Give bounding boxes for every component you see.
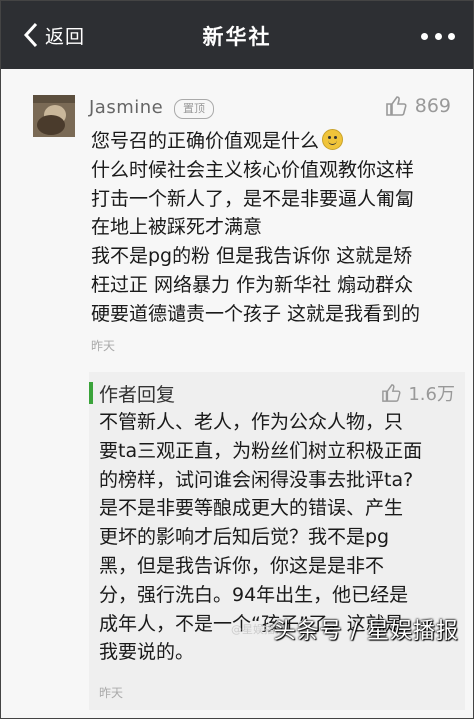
watermark: 头条号 / 星娱播报 xyxy=(273,619,459,644)
comment-line: 打击一个新人了，是不是非要逼人匍匐 xyxy=(91,187,415,210)
more-options-icon[interactable] xyxy=(421,25,455,47)
comment-line: 枉过正 网络暴力 作为新华社 煽动群众 xyxy=(91,273,414,296)
comment-line: 硬要道德谴责一个孩子 这就是我看到的 xyxy=(91,302,421,325)
reply-like-count: 1.6万 xyxy=(408,384,455,405)
navigation-bar: 返回 新华社 xyxy=(1,1,473,69)
pinned-badge: 置顶 xyxy=(174,99,214,119)
comment-line: 我不是pg的粉 但是我告诉你 这就是矫 xyxy=(91,245,413,268)
reply-line: 要ta三观正直，为粉丝们树立积极正面 xyxy=(99,439,423,462)
thumbs-up-icon xyxy=(385,96,407,116)
reply-line: 是不是非要等酿成更大的错误、产生 xyxy=(99,497,404,520)
comment-line: 您号召的正确价值观是什么 xyxy=(91,127,461,156)
reply-like-button[interactable]: 1.6万 xyxy=(381,380,455,406)
page-title: 新华社 xyxy=(202,25,272,49)
thumbs-up-icon xyxy=(382,384,401,402)
avatar-image xyxy=(33,95,75,137)
reply-label: 作者回复 xyxy=(99,384,176,406)
smile-emoji-icon xyxy=(322,129,344,150)
reply-accent-bar xyxy=(89,382,93,404)
author-reply-box: 作者回复 1.6万 不管新人、老人，作为公众人物，只 要ta三观正直，为粉丝们树… xyxy=(89,372,465,710)
reply-timestamp: 昨天 xyxy=(99,686,124,700)
reply-line: 分，强行洗白。94年出生，他已经是 xyxy=(99,583,409,606)
comment-like-count: 869 xyxy=(414,95,451,117)
reply-line: 黑，但是我告诉你，你这是是非不 xyxy=(99,554,385,577)
comment-timestamp: 昨天 xyxy=(91,339,116,353)
comment-body: 您号召的正确价值观是什么 什么时候社会主义核心价值观教你这样 打击一个新人了，是… xyxy=(91,127,461,329)
screenshot-frame: 返回 新华社 Jasmine 置顶 869 您号召的正确价值观是什么 什么时候社… xyxy=(0,0,474,719)
comment-like-button[interactable]: 869 xyxy=(385,95,451,117)
reply-line: 更坏的影响才后知后觉？我不是pg xyxy=(99,526,390,549)
comment-username[interactable]: Jasmine xyxy=(89,97,163,118)
comment-line: 在地上被踩死才满意 xyxy=(91,216,263,239)
reply-line: 不管新人、老人，作为公众人物，只 xyxy=(99,411,404,433)
avatar[interactable] xyxy=(33,95,75,137)
comment-line: 什么时候社会主义核心价值观教你这样 xyxy=(91,158,415,181)
reply-line: 的榜样，试问谁会闲得没事去批评ta? xyxy=(99,468,414,491)
